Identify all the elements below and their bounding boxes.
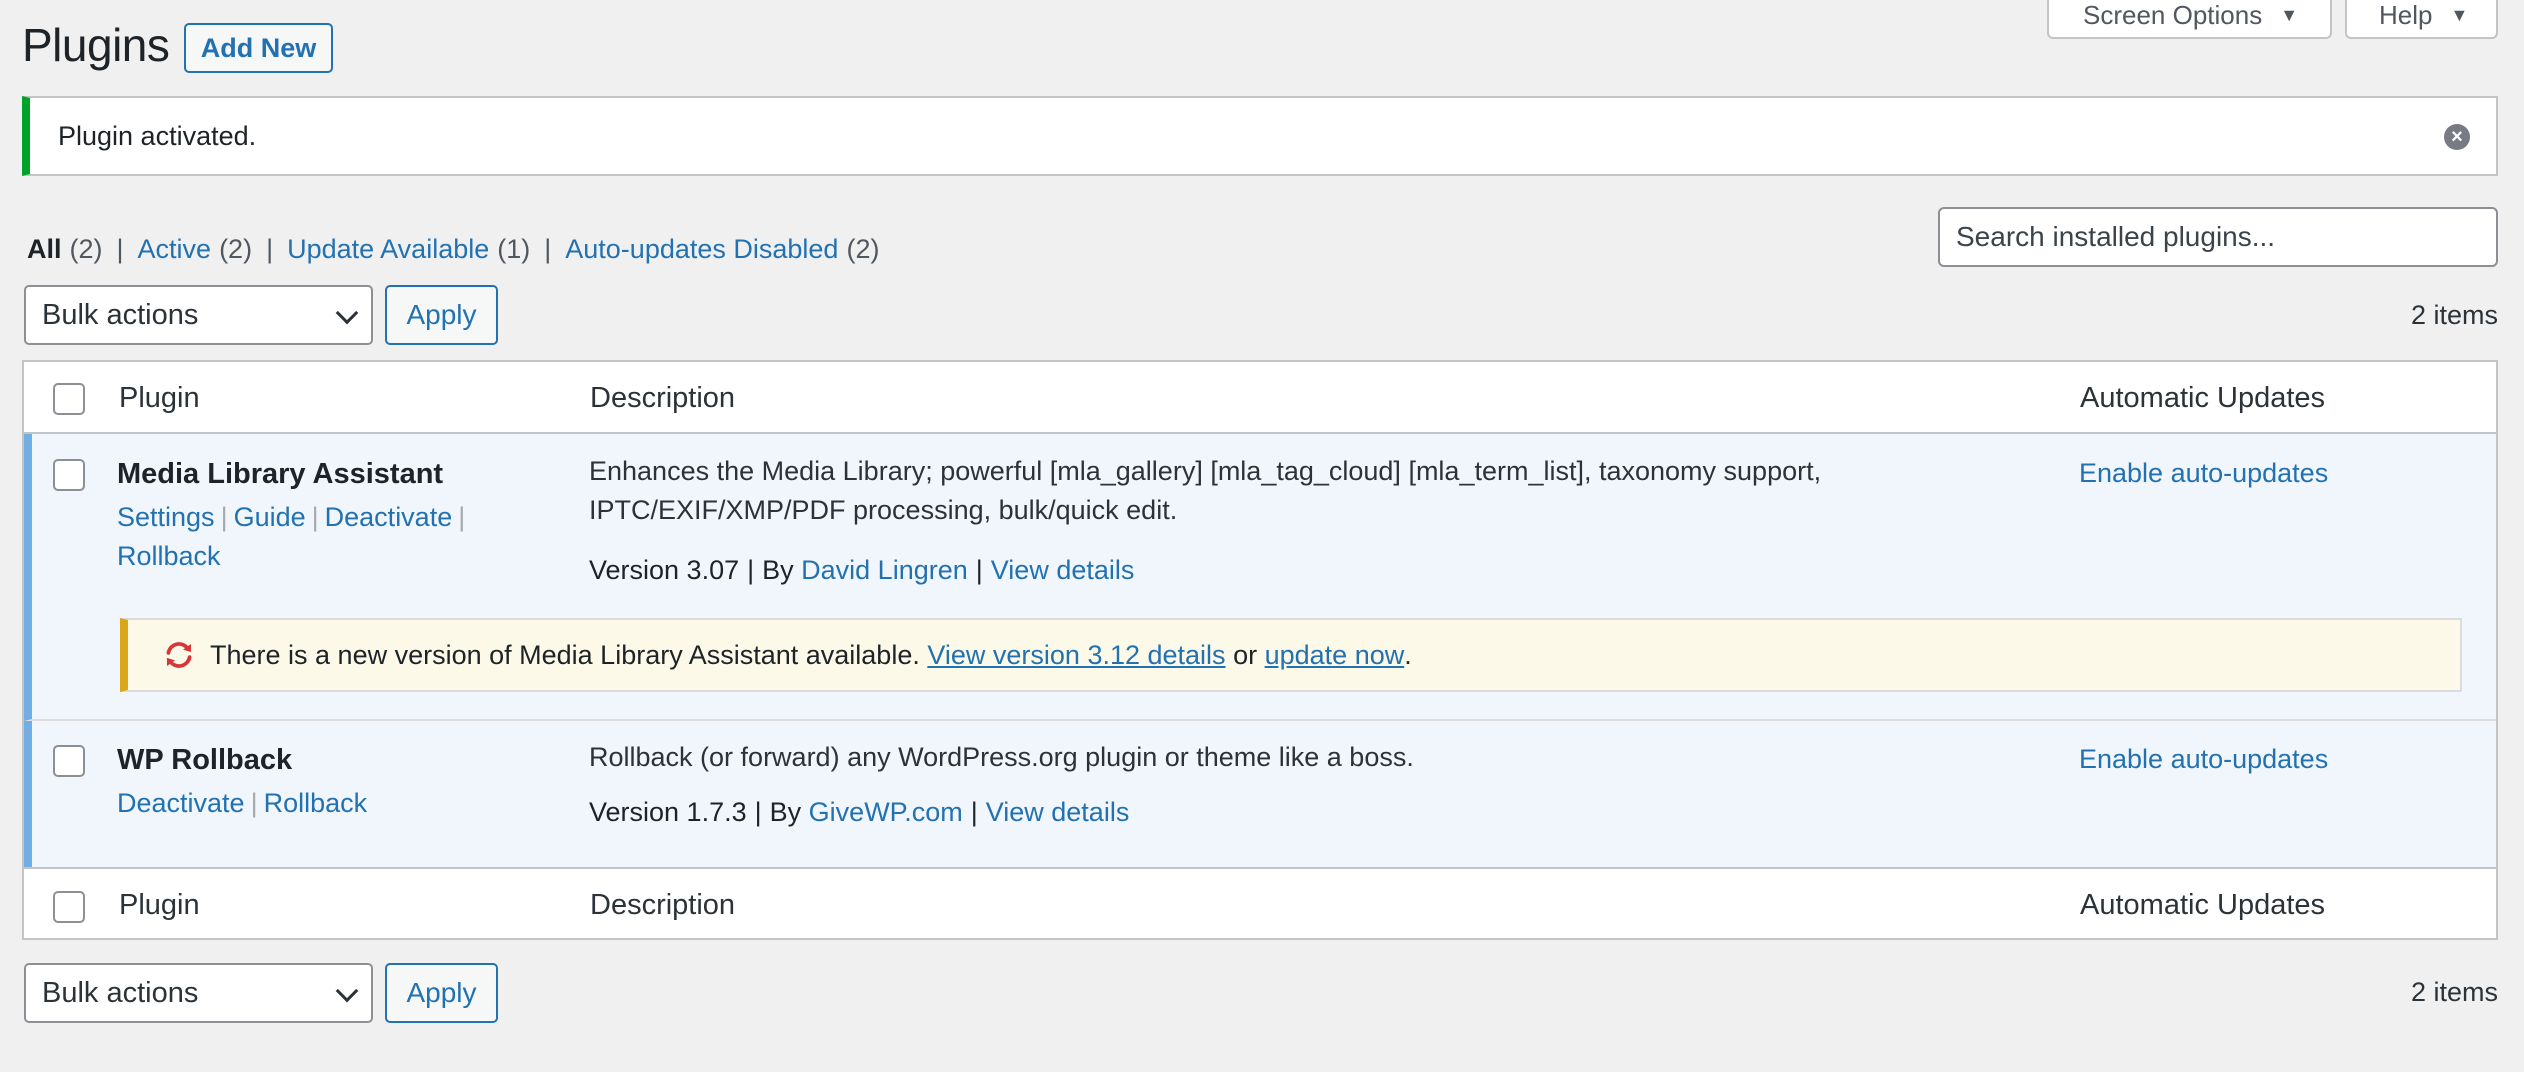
add-new-button[interactable]: Add New (184, 23, 333, 73)
plugin-description: Rollback (or forward) any WordPress.org … (589, 738, 1414, 777)
plugin-actions: Settings | Guide | Deactivate | Rollback (117, 502, 466, 571)
enable-auto-updates-link[interactable]: Enable auto-updates (2079, 458, 2328, 489)
plugin-meta: Version 1.7.3 | By GiveWP.com | View details (589, 797, 1130, 827)
rollback-link[interactable]: Rollback (117, 541, 221, 571)
triangle-down-icon: ▼ (2450, 5, 2469, 25)
chevron-down-icon (335, 301, 359, 325)
column-plugin[interactable]: Plugin (119, 889, 200, 922)
bulk-actions-selected: Bulk actions (42, 298, 199, 331)
close-circle-icon[interactable]: × (2444, 124, 2470, 150)
rollback-link[interactable]: Rollback (264, 788, 368, 818)
items-count-bottom: 2 items (2410, 977, 2498, 1007)
plugin-row-wp-rollback: WP Rollback Deactivate | Rollback Rollback… (24, 721, 2496, 867)
triangle-down-icon: ▼ (2280, 5, 2299, 25)
plugin-activated-notice: Plugin activated. × (22, 96, 2498, 176)
column-automatic-updates: Automatic Updates (2080, 382, 2326, 414)
bulk-actions-select-bottom[interactable]: Bulk actions (24, 963, 373, 1023)
filter-update-available-count: (1) (497, 234, 531, 264)
help-label: Help (2379, 0, 2433, 30)
help-button[interactable]: Help ▼ (2345, 0, 2498, 39)
plugins-table: Plugin Description Automatic Updates Med… (22, 360, 2498, 940)
by-label: By (762, 555, 794, 585)
items-count-top: 2 items (2410, 300, 2498, 330)
author-link[interactable]: David Lingren (801, 555, 968, 585)
filter-active[interactable]: Active (138, 234, 212, 265)
select-all-checkbox[interactable] (53, 891, 85, 923)
column-description: Description (590, 889, 736, 921)
update-now-link[interactable]: update now (1265, 640, 1405, 671)
screen-options-label: Screen Options (2083, 0, 2263, 30)
filter-active-count: (2) (219, 234, 253, 264)
description-line: Enhances the Media Library; powerful [ml… (589, 456, 1822, 486)
deactivate-link[interactable]: Deactivate (325, 502, 453, 532)
select-all-checkbox[interactable] (53, 383, 85, 415)
apply-button-bottom[interactable]: Apply (385, 963, 498, 1023)
column-description: Description (590, 382, 736, 414)
search-plugins-input[interactable] (1938, 207, 2498, 267)
bulk-actions-selected: Bulk actions (42, 976, 199, 1009)
filter-update-available[interactable]: Update Available (287, 234, 489, 265)
update-message: There is a new version of Media Library … (210, 639, 920, 670)
enable-auto-updates-link[interactable]: Enable auto-updates (2079, 744, 2328, 775)
table-header: Plugin Description Automatic Updates (24, 362, 2496, 434)
refresh-icon (166, 642, 192, 668)
update-available-notice: There is a new version of Media Library … (120, 618, 2462, 692)
view-details-link[interactable]: View details (991, 555, 1135, 585)
apply-button-top[interactable]: Apply (385, 285, 498, 345)
view-details-link[interactable]: View details (986, 797, 1130, 827)
description-line: IPTC/EXIF/XMP/PDF processing, bulk/quick… (589, 495, 1178, 525)
plugin-actions: Deactivate | Rollback (117, 788, 368, 818)
chevron-down-icon (335, 979, 359, 1003)
author-link[interactable]: GiveWP.com (809, 797, 963, 827)
filter-all[interactable]: All (27, 234, 62, 265)
plugin-status-filters: All (2) | Active (2) | Update Available … (27, 234, 879, 265)
plugin-description: Enhances the Media Library; powerful [ml… (589, 452, 1821, 530)
by-label: By (769, 797, 802, 827)
screen-options-button[interactable]: Screen Options ▼ (2047, 0, 2332, 39)
plugin-name: WP Rollback (117, 744, 293, 776)
table-footer: Plugin Description Automatic Updates (24, 867, 2496, 939)
plugin-checkbox[interactable] (53, 459, 85, 491)
filter-separator: | (266, 234, 274, 264)
filter-all-count: (2) (69, 234, 103, 264)
plugin-name: Media Library Assistant (117, 458, 444, 490)
plugin-version: Version 1.7.3 (589, 797, 747, 827)
plugin-checbox[interactable] (53, 745, 85, 777)
plugin-version: Version 3.07 (589, 555, 740, 585)
plugin-meta: Version 3.07 | By David Lingren | View detai… (589, 555, 1135, 585)
view-version-details-link[interactable]: View version 3.12 details (927, 640, 1225, 671)
filter-separator: | (116, 234, 124, 264)
column-automatic-updates: Automatic Updates (2080, 889, 2326, 921)
guide-link[interactable]: Guide (234, 502, 306, 532)
bulk-actions-select-top[interactable]: Bulk actions (24, 285, 373, 345)
or-text: or (1233, 639, 1258, 670)
plugin-row-media-library-assistant: Media Library Assistant Settings | Guide | D… (24, 434, 2496, 721)
settings-link[interactable]: Settings (117, 502, 215, 532)
filter-auto-updates-disabled[interactable]: Auto-updates Disabled (565, 234, 838, 265)
filter-auto-updates-disabled-count: (2) (846, 234, 880, 264)
filter-separator: | (544, 234, 552, 264)
column-plugin[interactable]: Plugin (119, 382, 200, 415)
page-title: Plugins (22, 19, 170, 71)
notice-message: Plugin activated. (58, 120, 257, 151)
deactivate-link[interactable]: Deactivate (117, 788, 245, 818)
description-line: Rollback (or forward) any WordPress.org … (589, 742, 1414, 772)
period-text: . (1404, 639, 1412, 670)
